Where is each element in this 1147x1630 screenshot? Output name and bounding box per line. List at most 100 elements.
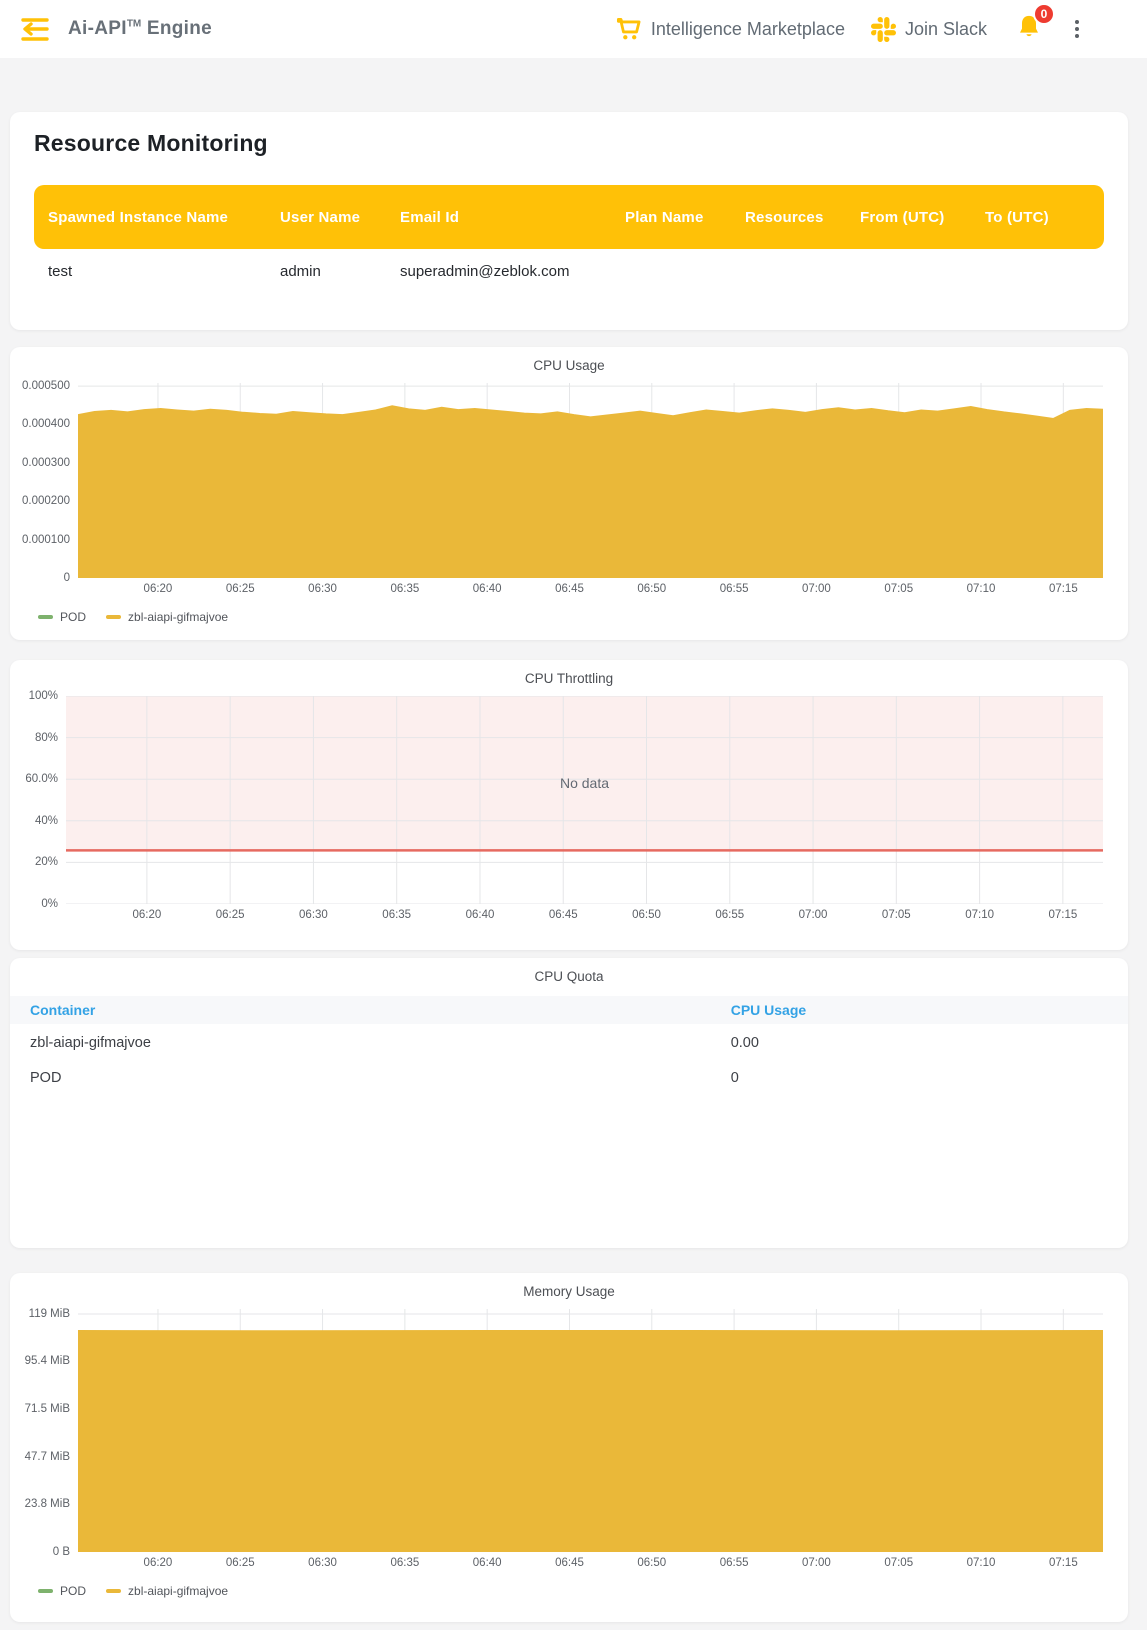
legend-label: POD — [60, 1584, 86, 1598]
x-axis-label: 07:10 — [967, 583, 996, 595]
legend-swatch — [106, 615, 121, 619]
quota-cpu-usage-value: 0 — [731, 1070, 1108, 1086]
no-data-message: No data — [66, 775, 1103, 791]
y-axis-label: 119 MiB — [29, 1308, 70, 1320]
col-spawned-instance-name: Spawned Instance Name — [34, 209, 266, 226]
x-axis-label: 07:10 — [965, 909, 994, 921]
x-axis-label: 07:10 — [967, 1557, 996, 1569]
y-axis-label: 71.5 MiB — [25, 1403, 70, 1415]
x-axis-label: 06:30 — [299, 909, 328, 921]
legend-swatch — [38, 1589, 53, 1593]
y-axis-label: 100% — [29, 690, 58, 702]
area-chart — [66, 696, 1103, 904]
y-axis-label: 47.7 MiB — [25, 1451, 70, 1463]
collapse-sidebar-icon[interactable] — [20, 16, 50, 43]
legend-item[interactable]: POD — [38, 610, 86, 624]
quota-header-row: Container CPU Usage — [10, 996, 1128, 1024]
legend-item[interactable]: zbl-aiapi-gifmajvoe — [106, 610, 228, 624]
x-axis-label: 07:00 — [802, 1557, 831, 1569]
x-axis: 06:2006:2506:3006:3506:4006:4506:5006:55… — [78, 583, 1103, 598]
chart-title: CPU Quota — [10, 958, 1128, 988]
chart-legend: POD zbl-aiapi-gifmajvoe — [38, 610, 1128, 636]
x-axis-label: 06:25 — [226, 1557, 255, 1569]
legend-swatch — [38, 615, 53, 619]
x-axis-label: 06:35 — [390, 1557, 419, 1569]
cell-user-name: admin — [266, 263, 386, 280]
y-axis-label: 40% — [35, 815, 58, 827]
x-axis-label: 06:55 — [720, 583, 749, 595]
plot-area[interactable] — [78, 383, 1103, 578]
x-axis-label: 06:55 — [720, 1557, 749, 1569]
intelligence-marketplace-link[interactable]: Intelligence Marketplace — [616, 17, 845, 41]
y-axis-label: 0.000500 — [22, 380, 70, 392]
x-axis-label: 07:05 — [884, 583, 913, 595]
x-axis-label: 06:45 — [549, 909, 578, 921]
legend-label: POD — [60, 610, 86, 624]
monitoring-table-header: Spawned Instance Name User Name Email Id… — [34, 185, 1104, 249]
x-axis-label: 06:35 — [382, 909, 411, 921]
legend-swatch — [106, 1589, 121, 1593]
cell-spawned-instance-name: test — [34, 263, 266, 280]
notification-bell[interactable]: 0 — [1015, 13, 1043, 46]
area-chart — [78, 383, 1103, 578]
legend-label: zbl-aiapi-gifmajvoe — [128, 610, 228, 624]
topbar: Ai-APITM Engine Intelligence Marketplace… — [0, 0, 1147, 58]
y-axis-label: 60.0% — [25, 773, 58, 785]
x-axis-label: 06:30 — [308, 1557, 337, 1569]
x-axis-label: 07:00 — [802, 583, 831, 595]
x-axis-label: 06:45 — [555, 1557, 584, 1569]
x-axis: 06:2006:2506:3006:3506:4006:4506:5006:55… — [78, 1557, 1103, 1572]
x-axis-label: 06:30 — [308, 583, 337, 595]
y-axis-label: 0.000300 — [22, 457, 70, 469]
kebab-menu-icon[interactable] — [1069, 16, 1085, 42]
tm-mark: TM — [127, 19, 141, 30]
y-axis-label: 0.000200 — [22, 495, 70, 507]
x-axis-label: 06:50 — [632, 909, 661, 921]
legend-item[interactable]: zbl-aiapi-gifmajvoe — [106, 1584, 228, 1598]
cell-email-id: superadmin@zeblok.com — [386, 263, 611, 280]
x-axis-label: 07:15 — [1048, 909, 1077, 921]
col-from-utc: From (UTC) — [846, 209, 971, 226]
page-title: Resource Monitoring — [34, 130, 1104, 157]
quota-cpu-usage-value: 0.00 — [731, 1035, 1108, 1051]
y-axis: 100%80%60.0%40%20%0% — [20, 696, 66, 904]
resource-monitoring-card: Resource Monitoring Spawned Instance Nam… — [10, 112, 1128, 330]
x-axis-label: 06:40 — [473, 1557, 502, 1569]
x-axis-label: 06:25 — [216, 909, 245, 921]
chart-title: CPU Usage — [10, 347, 1128, 377]
y-axis-label: 20% — [35, 856, 58, 868]
monitoring-table-row[interactable]: test admin superadmin@zeblok.com — [34, 249, 1104, 293]
x-axis-label: 06:40 — [473, 583, 502, 595]
legend-item[interactable]: POD — [38, 1584, 86, 1598]
plot-area[interactable] — [78, 1309, 1103, 1552]
x-axis-label: 06:20 — [132, 909, 161, 921]
x-axis-label: 07:05 — [882, 909, 911, 921]
y-axis-label: 0.000400 — [22, 418, 70, 430]
cpu-quota-panel: CPU Quota Container CPU Usage zbl-aiapi-… — [10, 958, 1128, 1248]
x-axis-label: 07:15 — [1049, 583, 1078, 595]
cpu-usage-panel: CPU Usage 0.000500 0.000400 0.000300 0.0002… — [10, 347, 1128, 640]
chart-title: CPU Throttling — [10, 660, 1128, 690]
col-plan-name: Plan Name — [611, 209, 731, 226]
chart-legend: POD zbl-aiapi-gifmajvoe — [38, 1584, 1128, 1610]
x-axis-label: 06:55 — [715, 909, 744, 921]
join-slack-label: Join Slack — [905, 19, 987, 40]
join-slack-link[interactable]: Join Slack — [871, 17, 987, 42]
legend-label: zbl-aiapi-gifmajvoe — [128, 1584, 228, 1598]
y-axis-label: 95.4 MiB — [25, 1355, 70, 1367]
x-axis-label: 06:20 — [144, 583, 173, 595]
quota-row: zbl-aiapi-gifmajvoe 0.00 — [10, 1024, 1128, 1059]
app-title: Ai-APITM Engine — [68, 18, 212, 40]
x-axis-label: 07:05 — [884, 1557, 913, 1569]
notification-badge: 0 — [1033, 3, 1055, 25]
quota-col-container[interactable]: Container — [30, 1002, 95, 1018]
chart-title: Memory Usage — [10, 1273, 1128, 1303]
area-chart — [78, 1309, 1103, 1552]
quota-col-cpu-usage[interactable]: CPU Usage — [731, 1002, 1108, 1018]
x-axis-label: 06:25 — [226, 583, 255, 595]
y-axis: 119 MiB95.4 MiB71.5 MiB47.7 MiB23.8 MiB0… — [20, 1309, 78, 1552]
x-axis-label: 07:15 — [1049, 1557, 1078, 1569]
slack-icon — [871, 17, 896, 42]
x-axis-label: 06:50 — [637, 1557, 666, 1569]
plot-area[interactable]: No data — [66, 696, 1103, 904]
